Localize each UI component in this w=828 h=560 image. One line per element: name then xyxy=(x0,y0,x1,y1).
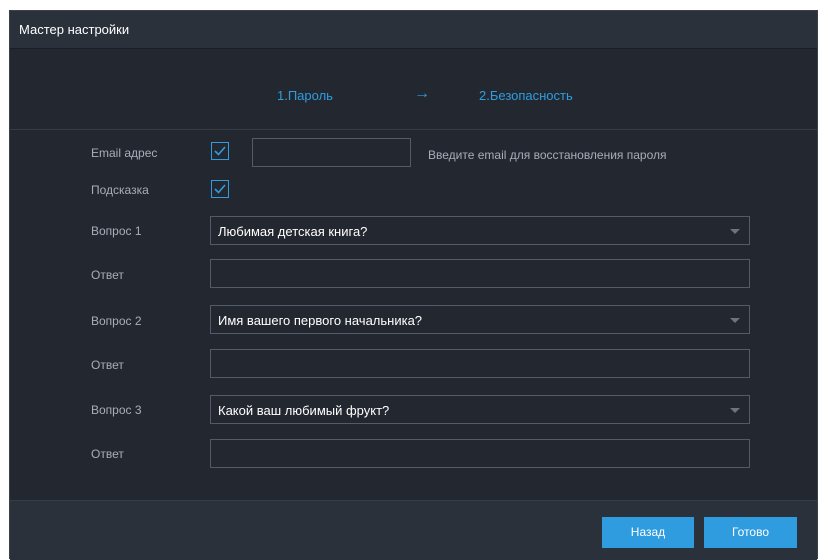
check-icon xyxy=(214,184,226,194)
step-security: 2.Безопасность xyxy=(479,88,573,103)
window-title: Мастер настройки xyxy=(10,11,817,49)
question-2-label: Вопрос 2 xyxy=(91,314,142,328)
email-checkbox[interactable] xyxy=(211,142,229,160)
wizard-steps: 1.Пароль → 2.Безопасность xyxy=(10,58,817,130)
chevron-down-icon xyxy=(730,318,740,323)
answer-1-label: Ответ xyxy=(91,268,124,282)
wizard-footer: Назад Готово xyxy=(10,500,817,560)
answer-3-input[interactable] xyxy=(210,439,750,468)
question-1-value: Любимая детская книга? xyxy=(218,224,368,239)
question-2-value: Имя вашего первого начальника? xyxy=(218,313,423,328)
question-3-value: Какой ваш любимый фрукт? xyxy=(218,403,390,418)
check-icon xyxy=(214,146,226,156)
step-password: 1.Пароль xyxy=(277,88,333,103)
chevron-down-icon xyxy=(730,229,740,234)
question-1-select[interactable]: Любимая детская книга? xyxy=(210,216,750,245)
email-input[interactable] xyxy=(252,138,411,167)
question-1-label: Вопрос 1 xyxy=(91,224,142,238)
question-2-select[interactable]: Имя вашего первого начальника? xyxy=(210,305,750,334)
chevron-down-icon xyxy=(730,408,740,413)
prompt-checkbox[interactable] xyxy=(211,180,229,198)
back-button[interactable]: Назад xyxy=(602,517,694,548)
answer-1-input[interactable] xyxy=(210,259,750,288)
answer-2-input[interactable] xyxy=(210,349,750,378)
email-hint: Введите email для восстановления пароля xyxy=(428,148,667,162)
done-button[interactable]: Готово xyxy=(704,517,797,548)
prompt-label: Подсказка xyxy=(91,183,149,197)
question-3-label: Вопрос 3 xyxy=(91,403,142,417)
answer-2-label: Ответ xyxy=(91,358,124,372)
answer-3-label: Ответ xyxy=(91,447,124,461)
setup-wizard-window: Мастер настройки 1.Пароль → 2.Безопаснос… xyxy=(9,10,818,560)
question-3-select[interactable]: Какой ваш любимый фрукт? xyxy=(210,395,750,424)
email-label: Email адрес xyxy=(91,146,158,160)
arrow-right-icon: → xyxy=(414,85,430,102)
